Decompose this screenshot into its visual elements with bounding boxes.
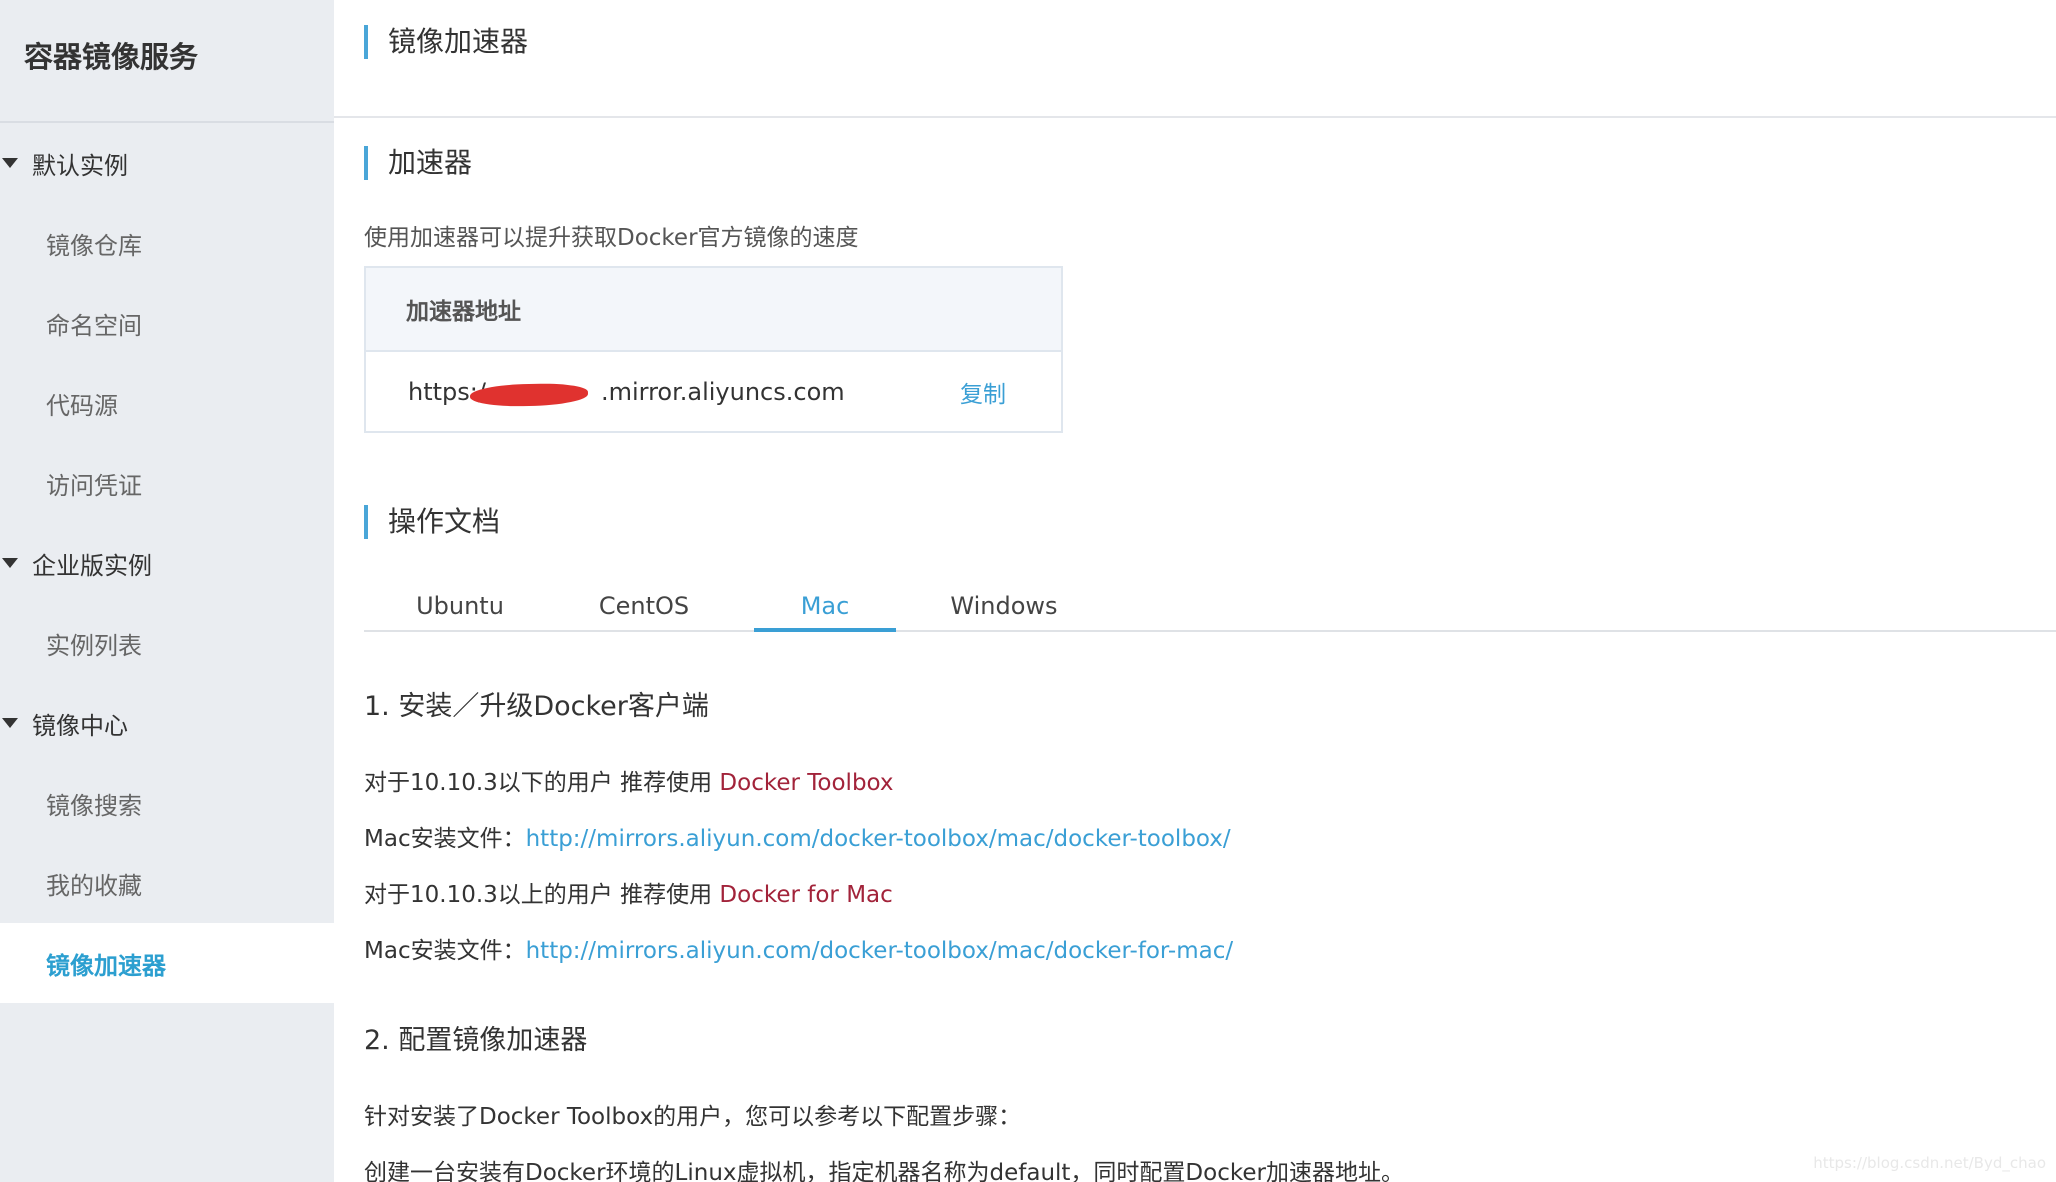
- nav-group-label: 企业版实例: [32, 551, 152, 580]
- docs-section-header: 操作文档: [364, 505, 500, 539]
- accelerator-address-box: 加速器地址 https:/.mirror.aliyuncs.com 复制: [364, 266, 1063, 433]
- step1-line4: Mac安装文件：http://mirrors.aliyun.com/docker…: [364, 931, 1233, 965]
- docker-for-mac-link[interactable]: Docker for Mac: [719, 882, 892, 908]
- mac-install-label: Mac安装文件：: [364, 938, 526, 964]
- docs-heading: 操作文档: [364, 505, 500, 539]
- docker-toolbox-link[interactable]: Docker Toolbox: [719, 770, 893, 796]
- sidebar-item-favorites[interactable]: 我的收藏: [0, 843, 334, 923]
- nav-group-enterprise-instance[interactable]: 企业版实例: [0, 523, 334, 603]
- accelerator-section-header: 加速器: [364, 146, 472, 180]
- sidebar-item-image-search[interactable]: 镜像搜索: [0, 763, 334, 843]
- step2-title: 2. 配置镜像加速器: [364, 1025, 588, 1056]
- nav-group-default-instance[interactable]: 默认实例: [0, 123, 334, 203]
- accelerator-heading: 加速器: [364, 146, 472, 180]
- app-root: 容器镜像服务 默认实例 镜像仓库 命名空间 代码源 访问凭证 企业版实例 实例列…: [0, 0, 2056, 1182]
- sidebar-item-namespaces[interactable]: 命名空间: [0, 283, 334, 363]
- tab-windows[interactable]: Windows: [942, 580, 1066, 632]
- accelerator-description: 使用加速器可以提升获取Docker官方镜像的速度: [364, 225, 859, 251]
- sidebar-item-access-credentials[interactable]: 访问凭证: [0, 443, 334, 523]
- watermark: https://blog.csdn.net/Byd_chao: [1813, 1154, 2046, 1172]
- mac-install-label: Mac安装文件：: [364, 826, 526, 852]
- caret-down-icon: [2, 718, 18, 728]
- sidebar-title: 容器镜像服务: [0, 0, 334, 123]
- accelerator-url: https:/.mirror.aliyuncs.com: [408, 377, 845, 407]
- nav-group-label: 默认实例: [32, 151, 128, 180]
- tab-ubuntu[interactable]: Ubuntu: [412, 580, 508, 632]
- nav-group-image-center[interactable]: 镜像中心: [0, 683, 334, 763]
- accelerator-address-header: 加速器地址: [366, 268, 1061, 352]
- sidebar-item-instance-list[interactable]: 实例列表: [0, 603, 334, 683]
- step1-line3: 对于10.10.3以上的用户 推荐使用 Docker for Mac: [364, 875, 893, 909]
- tab-mac[interactable]: Mac: [754, 580, 896, 632]
- step2-line2: 创建一台安装有Docker环境的Linux虚拟机，指定机器名称为default，…: [364, 1160, 1404, 1182]
- step2-line1: 针对安装了Docker Toolbox的用户，您可以参考以下配置步骤：: [364, 1104, 1022, 1130]
- nav-group-label: 镜像中心: [32, 711, 128, 740]
- caret-down-icon: [2, 558, 18, 568]
- copy-button[interactable]: 复制: [960, 375, 1006, 409]
- sidebar-item-image-accelerator[interactable]: 镜像加速器: [0, 923, 334, 1003]
- main-content: 镜像加速器 加速器 使用加速器可以提升获取Docker官方镜像的速度 加速器地址…: [334, 0, 2056, 1182]
- sidebar-item-code-source[interactable]: 代码源: [0, 363, 334, 443]
- step1-line1: 对于10.10.3以下的用户 推荐使用 Docker Toolbox: [364, 763, 894, 797]
- accelerator-address-row: https:/.mirror.aliyuncs.com 复制: [366, 352, 1061, 431]
- sidebar-nav: 默认实例 镜像仓库 命名空间 代码源 访问凭证 企业版实例 实例列表 镜像中心 …: [0, 123, 334, 1003]
- redaction-mark: [469, 382, 589, 407]
- step1-line3-text: 对于10.10.3以上的用户 推荐使用: [364, 882, 720, 908]
- page-title: 镜像加速器: [364, 25, 528, 59]
- tab-centos[interactable]: CentOS: [592, 580, 696, 632]
- page-header: 镜像加速器: [334, 0, 2056, 118]
- caret-down-icon: [2, 158, 18, 168]
- sidebar-item-repositories[interactable]: 镜像仓库: [0, 203, 334, 283]
- step1-line2: Mac安装文件：http://mirrors.aliyun.com/docker…: [364, 819, 1231, 853]
- docker-toolbox-download-link[interactable]: http://mirrors.aliyun.com/docker-toolbox…: [526, 826, 1231, 852]
- docker-for-mac-download-link[interactable]: http://mirrors.aliyun.com/docker-toolbox…: [526, 938, 1234, 964]
- os-tabs: Ubuntu CentOS Mac Windows: [364, 580, 2056, 632]
- step1-line1-text: 对于10.10.3以下的用户 推荐使用: [364, 770, 720, 796]
- step1-title: 1. 安装／升级Docker客户端: [364, 691, 709, 722]
- sidebar: 容器镜像服务 默认实例 镜像仓库 命名空间 代码源 访问凭证 企业版实例 实例列…: [0, 0, 334, 1182]
- accelerator-url-suffix: .mirror.aliyuncs.com: [600, 377, 845, 406]
